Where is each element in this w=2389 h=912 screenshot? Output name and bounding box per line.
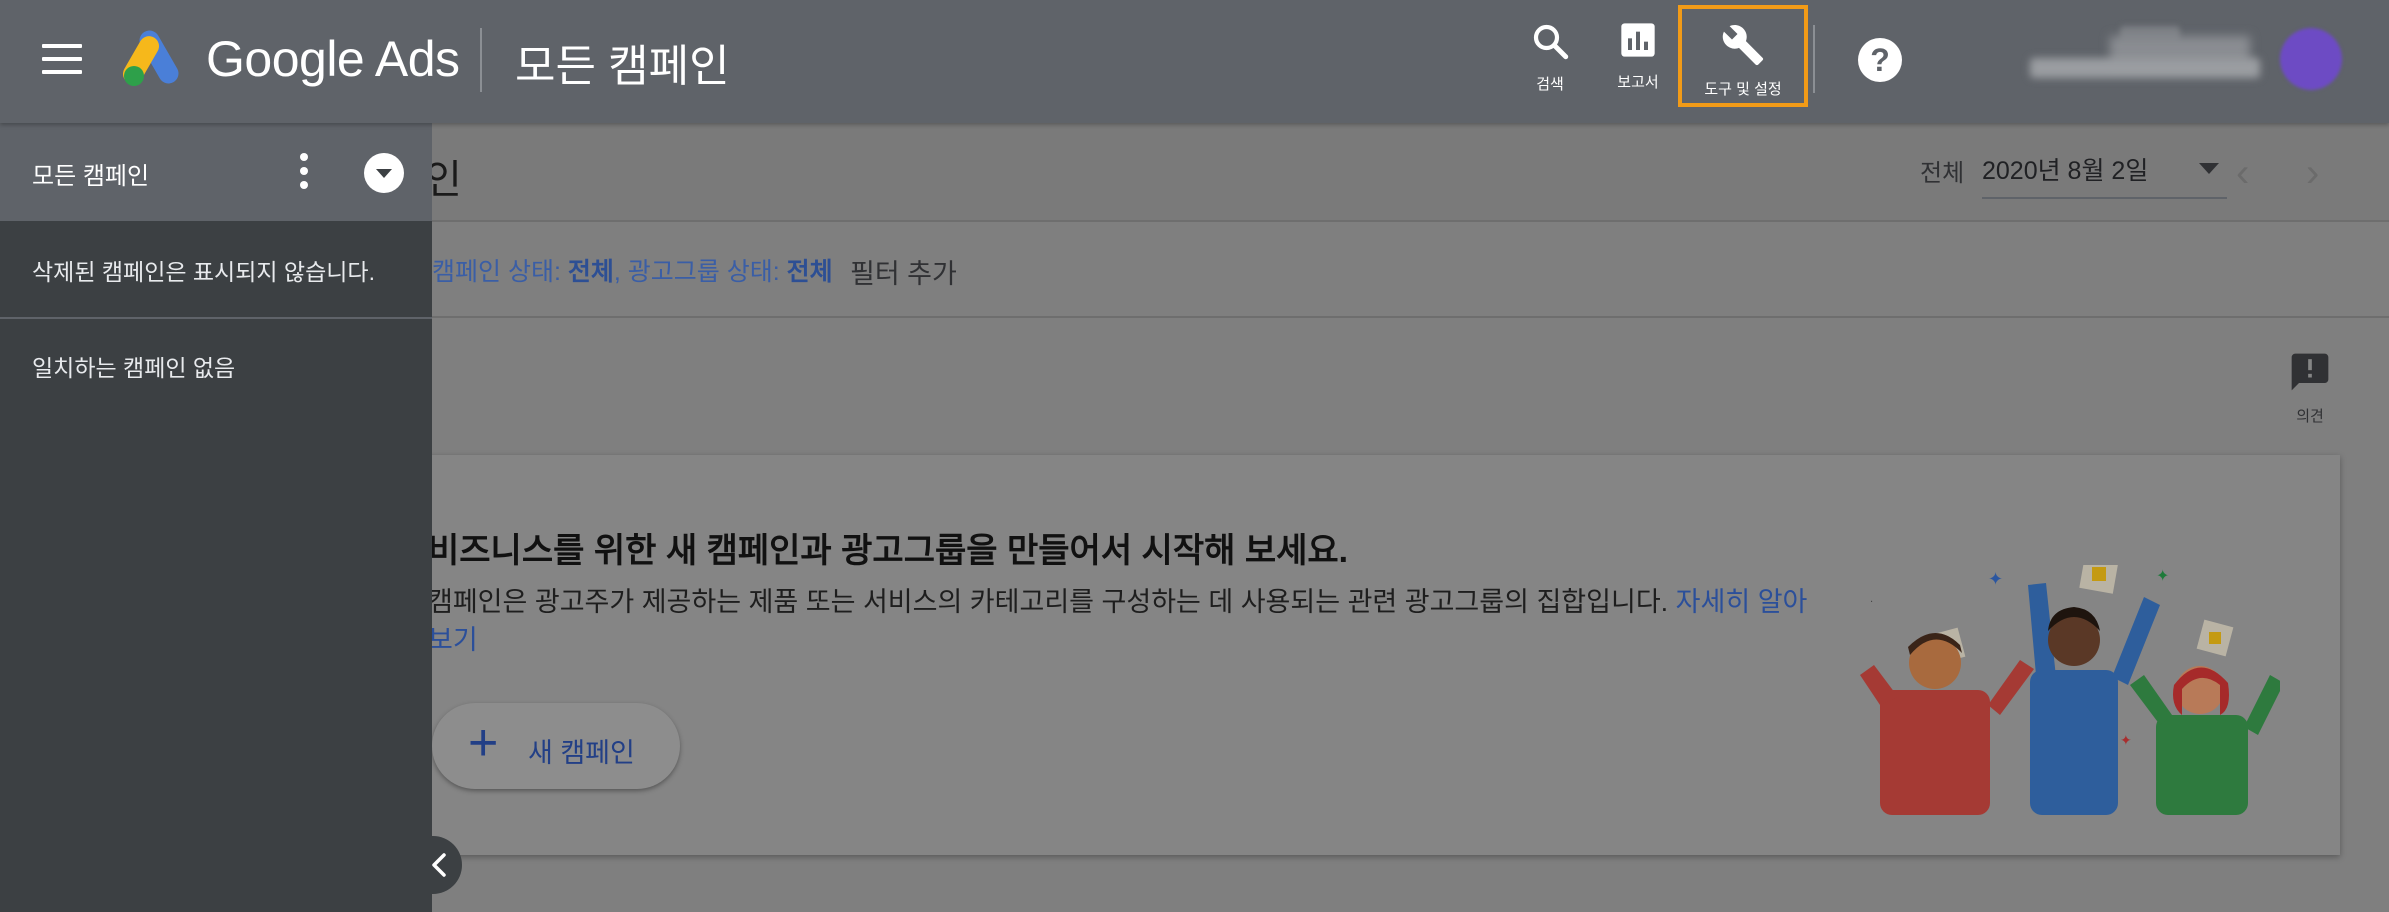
chevron-right-icon[interactable]: › xyxy=(2306,153,2346,193)
more-vert-icon[interactable] xyxy=(298,153,310,193)
date-range-label: 전체 xyxy=(1920,160,1965,187)
feedback-button[interactable]: 의견 xyxy=(2280,350,2340,426)
celebration-illustration: ✦ ✦ ✦ · xyxy=(1860,565,2280,815)
empty-state-title: 비즈니스를 위한 새 캠페인과 광고그룹을 만들어서 시작해 보세요. xyxy=(428,532,1349,570)
avatar[interactable] xyxy=(2280,28,2342,90)
empty-state-card: 비즈니스를 위한 새 캠페인과 광고그룹을 만들어서 시작해 보세요. 캠페인은… xyxy=(420,455,2340,855)
chevron-left-icon xyxy=(432,853,446,877)
chevron-left-icon[interactable]: ‹ xyxy=(2236,153,2276,193)
empty-state-text: 캠페인은 광고주가 제공하는 제품 또는 서비스의 카테고리를 구성하는 데 사… xyxy=(428,587,1676,617)
plus-icon: + xyxy=(468,714,499,772)
bar-chart-icon xyxy=(1621,23,1655,57)
date-range-value: 2020년 8월 2일 xyxy=(1982,157,2149,185)
search-button[interactable]: 검색 xyxy=(1525,20,1575,94)
empty-state-description: 캠페인은 광고주가 제공하는 제품 또는 서비스의 카테고리를 구성하는 데 사… xyxy=(428,583,1828,659)
svg-text:·: · xyxy=(1870,597,1873,608)
feedback-label: 의견 xyxy=(2296,408,2324,425)
svg-text:✦: ✦ xyxy=(1988,569,2003,590)
campaign-drawer: 모든 캠페인 삭제된 캠페인은 표시되지 않습니다. 일치하는 캠페인 없음 xyxy=(0,123,432,912)
adgroup-status-label: , 광고그룹 상태: xyxy=(613,258,787,286)
campaign-status-value: 전체 xyxy=(567,258,614,286)
new-campaign-button[interactable]: + 새 캠페인 xyxy=(432,703,680,789)
header-divider xyxy=(480,28,482,92)
tools-settings-button[interactable]: 도구 및 설정 xyxy=(1678,5,1808,107)
search-icon xyxy=(1533,24,1569,60)
deleted-campaigns-note: 삭제된 캠페인은 표시되지 않습니다. xyxy=(32,259,375,285)
svg-text:✦: ✦ xyxy=(2120,733,2132,749)
reports-label: 보고서 xyxy=(1617,74,1659,91)
drawer-header: 모든 캠페인 xyxy=(0,123,432,221)
help-icon[interactable]: ? xyxy=(1858,38,1902,82)
active-filter-chip[interactable]: 캠페인 상태: 전체, 광고그룹 상태: 전체 xyxy=(432,252,833,288)
dropdown-icon[interactable] xyxy=(364,153,404,193)
google-ads-logo xyxy=(123,30,179,86)
drawer-divider xyxy=(0,317,432,319)
brand-name: Google Ads xyxy=(206,31,460,87)
tools-settings-label: 도구 및 설정 xyxy=(1704,81,1782,98)
chevron-down-icon xyxy=(2199,163,2219,174)
campaign-status-label: 캠페인 상태: xyxy=(432,258,568,286)
drawer-title: 모든 캠페인 xyxy=(32,163,150,190)
page-title: 모든 캠페인 xyxy=(515,42,730,91)
no-matching-campaigns: 일치하는 캠페인 없음 xyxy=(32,355,236,381)
adgroup-status-value: 전체 xyxy=(786,258,833,286)
header-divider-right xyxy=(1813,25,1815,93)
reports-button[interactable]: 보고서 xyxy=(1608,20,1668,92)
top-header: Google Ads 모든 캠페인 검색 보고서 도구 및 설정 ? xyxy=(0,0,2389,123)
wrench-icon xyxy=(1722,25,1764,66)
svg-text:✦: ✦ xyxy=(2156,566,2169,585)
add-filter-button[interactable]: 필터 추가 xyxy=(850,252,957,291)
feedback-icon xyxy=(2291,353,2329,391)
account-info-blurred[interactable] xyxy=(2030,26,2260,86)
menu-icon[interactable] xyxy=(42,44,82,76)
date-range-selector[interactable]: 2020년 8월 2일 xyxy=(1982,151,2227,199)
search-label: 검색 xyxy=(1536,76,1564,93)
new-campaign-label: 새 캠페인 xyxy=(528,738,635,768)
